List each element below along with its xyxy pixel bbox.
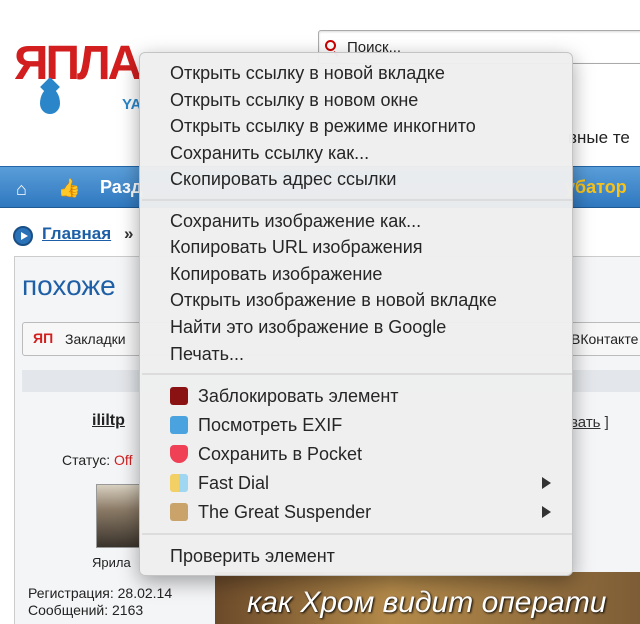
message-count: Сообщений: 2163 [28,602,144,618]
menu-save-link-as[interactable]: Сохранить ссылку как... [170,142,369,164]
menu-open-link-new-window[interactable]: Открыть ссылку в новом окне [170,89,418,111]
home-icon[interactable]: ⌂ [16,179,27,200]
menu-fast-dial[interactable]: Fast Dial [198,472,269,494]
menu-copy-image[interactable]: Копировать изображение [170,263,382,285]
bookmarks-button[interactable]: Закладки [65,331,126,347]
menu-separator [142,199,572,201]
nav-incubator[interactable]: убатор [565,177,627,198]
registration-date: Регистрация: 28.02.14 [28,585,173,601]
nav-sections[interactable]: Разд [100,177,142,198]
avatar[interactable] [96,484,140,548]
ublock-icon [170,387,188,405]
submenu-arrow-icon [542,477,551,489]
menu-copy-link-address[interactable]: Скопировать адрес ссылки [170,168,396,190]
search-icon [325,40,336,51]
context-menu: Открыть ссылку в новой вкладке Открыть с… [139,52,573,576]
menu-save-image-as[interactable]: Сохранить изображение как... [170,210,421,232]
fast-dial-icon [170,474,188,492]
page-title: похоже [22,270,116,301]
vk-button[interactable]: ВКонтакте [571,331,638,347]
logo-drop-icon [40,88,60,114]
menu-separator [142,373,572,375]
reply-link[interactable]: вать ] [570,414,609,431]
yp-logo-icon[interactable]: ЯП [33,330,53,346]
menu-save-to-pocket[interactable]: Сохранить в Pocket [198,443,362,465]
pocket-icon [170,445,188,463]
camera-icon [170,416,188,434]
avatar-name: Ярила [92,555,131,570]
suspender-icon [170,503,188,521]
banner-text: как Хром видит операти [247,586,607,619]
breadcrumb-home[interactable]: Главная [42,224,111,244]
menu-open-image-new-tab[interactable]: Открыть изображение в новой вкладке [170,289,497,311]
breadcrumb-icon [13,226,33,246]
status-label: Статус: [62,452,111,468]
menu-print[interactable]: Печать... [170,343,244,365]
menu-open-link-incognito[interactable]: Открыть ссылку в режиме инкогнито [170,115,476,137]
post-username[interactable]: ililtp [92,412,125,430]
reply-bracket: ] [604,414,609,431]
menu-block-element[interactable]: Заблокировать элемент [198,385,399,407]
menu-separator [142,533,572,535]
like-icon[interactable]: 👍 [58,178,80,199]
status-value: Off [114,452,133,468]
reply-link-text[interactable]: вать [570,414,601,431]
site-logo[interactable]: ЯПЛА [14,40,142,88]
menu-search-image-google[interactable]: Найти это изображение в Google [170,316,446,338]
menu-copy-image-url[interactable]: Копировать URL изображения [170,236,423,258]
menu-great-suspender[interactable]: The Great Suspender [198,501,371,523]
user-status: Статус: Off [62,452,132,468]
menu-open-link-new-tab[interactable]: Открыть ссылку в новой вкладке [170,62,445,84]
menu-inspect-element[interactable]: Проверить элемент [170,545,335,567]
post-image-banner[interactable]: как Хром видит операти [215,572,640,624]
header-fragment: вные те [568,128,630,147]
breadcrumb-separator: » [124,224,134,243]
submenu-arrow-icon [542,506,551,518]
menu-view-exif[interactable]: Посмотреть EXIF [198,414,342,436]
